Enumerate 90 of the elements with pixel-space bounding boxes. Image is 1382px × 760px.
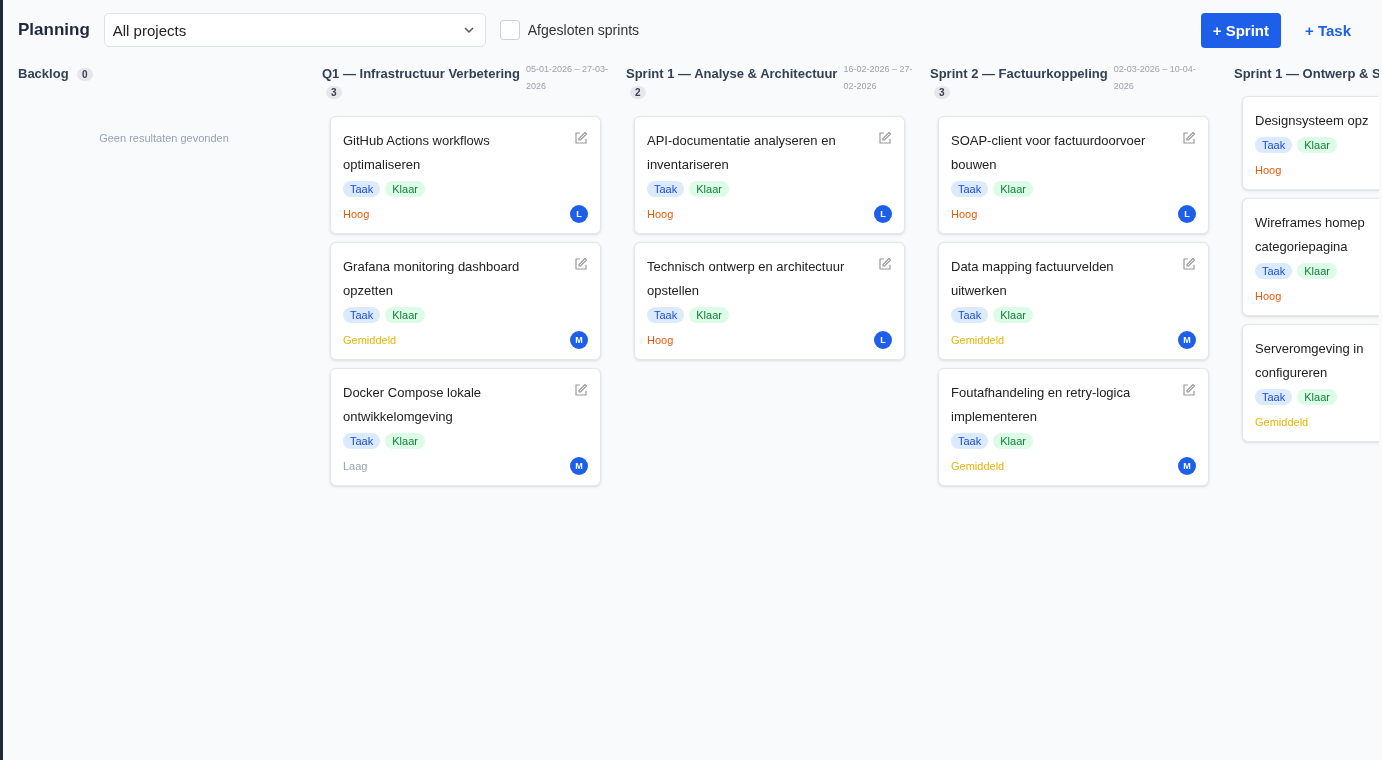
status-tag: Klaar xyxy=(993,307,1033,323)
priority-label: Laag xyxy=(343,460,368,472)
type-tag: Taak xyxy=(647,307,685,323)
status-tag: Klaar xyxy=(385,433,425,449)
edit-icon[interactable] xyxy=(574,383,588,397)
checkbox-label: Afgesloten sprints xyxy=(527,22,640,38)
priority-label: Hoog xyxy=(647,208,674,220)
assignee-avatar: M xyxy=(1178,457,1196,475)
task-title: Grafana monitoring dashboard opzetten xyxy=(343,258,520,300)
task-card[interactable]: Foutafhandeling en retry-logica implementeren Taak Klaar Gemiddeld M xyxy=(938,368,1209,486)
priority-label: Hoog xyxy=(1255,290,1282,302)
assignee-avatar: L xyxy=(874,331,892,349)
task-card[interactable]: Designsysteem opz Taak Klaar Hoog xyxy=(1242,96,1379,190)
add-sprint-button[interactable]: + Sprint xyxy=(1200,12,1281,48)
assignee-avatar: M xyxy=(570,457,588,475)
type-tag: Taak xyxy=(343,307,381,323)
sprint-dates: 16-02-2026 – 27-02-2026 xyxy=(843,63,914,93)
task-title: Foutafhandeling en retry-logica implementeren xyxy=(951,384,1131,426)
edit-icon[interactable] xyxy=(878,131,892,145)
task-card[interactable]: Grafana monitoring dashboard opzetten Taak Klaar Gemiddeld M xyxy=(330,242,601,360)
empty-message: Geen resultaten gevonden xyxy=(98,132,230,144)
edit-icon[interactable] xyxy=(1182,257,1196,271)
type-tag: Taak xyxy=(1255,137,1293,153)
task-title: Serveromgeving in configureren xyxy=(1255,340,1364,382)
status-tag: Klaar xyxy=(1297,137,1337,153)
assignee-avatar: M xyxy=(1178,331,1196,349)
task-card[interactable]: Serveromgeving in configureren Taak Klaar Gemiddeld xyxy=(1242,324,1379,442)
assignee-avatar: L xyxy=(1178,205,1196,223)
status-tag: Klaar xyxy=(385,181,425,197)
status-tag: Klaar xyxy=(689,181,729,197)
edit-icon[interactable] xyxy=(574,257,588,271)
assignee-avatar: M xyxy=(570,331,588,349)
type-tag: Taak xyxy=(951,307,989,323)
count-badge: 2 xyxy=(630,86,646,99)
task-title: Designsysteem opz xyxy=(1255,112,1369,130)
count-badge: 0 xyxy=(77,68,93,81)
task-card[interactable]: API-documentatie analyseren en inventariseren Taak Klaar Hoog L xyxy=(634,116,905,234)
status-tag: Klaar xyxy=(993,433,1033,449)
column-title: Q1 — Infrastructuur Verbetering xyxy=(322,66,520,81)
count-badge: 3 xyxy=(326,86,342,99)
status-tag: Klaar xyxy=(385,307,425,323)
priority-label: Hoog xyxy=(1255,164,1282,176)
chevron-down-icon xyxy=(462,26,475,34)
task-card[interactable]: SOAP-client voor factuurdoorvoer bouwen Taak Klaar Hoog L xyxy=(938,116,1209,234)
edit-icon[interactable] xyxy=(1182,131,1196,145)
type-tag: Taak xyxy=(343,181,381,197)
status-tag: Klaar xyxy=(1297,263,1337,279)
priority-label: Gemiddeld xyxy=(951,460,1005,472)
task-title: Technisch ontwerp en architectuur opstellen xyxy=(647,258,845,300)
edit-icon[interactable] xyxy=(878,257,892,271)
task-title: API-documentatie analyseren en inventariseren xyxy=(647,132,836,174)
sprint-dates: 05-01-2026 – 27-03-2026 xyxy=(525,63,609,93)
edit-icon[interactable] xyxy=(1182,383,1196,397)
add-task-link[interactable]: + Task xyxy=(1293,21,1351,39)
column-title: Sprint 1 — Analyse & Architectuur xyxy=(626,66,838,81)
type-tag: Taak xyxy=(647,181,685,197)
priority-label: Gemiddeld xyxy=(1255,416,1309,428)
task-title: GitHub Actions workflows optimaliseren xyxy=(343,132,490,174)
priority-label: Gemiddeld xyxy=(343,334,397,346)
task-title: SOAP-client voor factuurdoorvoer bouwen xyxy=(951,132,1146,174)
type-tag: Taak xyxy=(1255,389,1293,405)
priority-label: Hoog xyxy=(951,208,978,220)
task-card[interactable]: Docker Compose lokale ontwikkelomgeving Taak Klaar Laag M xyxy=(330,368,601,486)
page-title: Planning xyxy=(18,20,90,40)
status-tag: Klaar xyxy=(993,181,1033,197)
assignee-avatar: L xyxy=(570,205,588,223)
status-tag: Klaar xyxy=(689,307,729,323)
count-badge: 3 xyxy=(934,86,950,99)
column-title: Backlog xyxy=(18,66,69,81)
type-tag: Taak xyxy=(951,181,989,197)
type-tag: Taak xyxy=(951,433,989,449)
column-title: Sprint 2 — Factuurkoppeling xyxy=(930,66,1108,81)
task-card[interactable]: Wireframes homep categoriepagina Taak Klaar Hoog xyxy=(1242,198,1379,316)
task-card[interactable]: GitHub Actions workflows optimaliseren Taak Klaar Hoog L xyxy=(330,116,601,234)
assignee-avatar: L xyxy=(874,205,892,223)
sprint-dates: 02-03-2026 – 10-04-2026 xyxy=(1113,63,1197,93)
priority-label: Hoog xyxy=(343,208,370,220)
priority-label: Gemiddeld xyxy=(951,334,1005,346)
edit-icon[interactable] xyxy=(574,131,588,145)
task-card[interactable]: Technisch ontwerp en architectuur opstellen Taak Klaar Hoog L xyxy=(634,242,905,360)
task-card[interactable]: Data mapping factuurvelden uitwerken Taak Klaar Gemiddeld M xyxy=(938,242,1209,360)
checkbox[interactable] xyxy=(499,20,520,40)
type-tag: Taak xyxy=(1255,263,1293,279)
project-select[interactable]: All projects xyxy=(103,13,486,47)
type-tag: Taak xyxy=(343,433,381,449)
priority-label: Hoog xyxy=(647,334,674,346)
task-title: Docker Compose lokale ontwikkelomgeving xyxy=(343,384,481,426)
task-title: Wireframes homep categoriepagina xyxy=(1255,214,1365,256)
status-tag: Klaar xyxy=(1297,389,1337,405)
task-title: Data mapping factuurvelden uitwerken xyxy=(951,258,1114,300)
